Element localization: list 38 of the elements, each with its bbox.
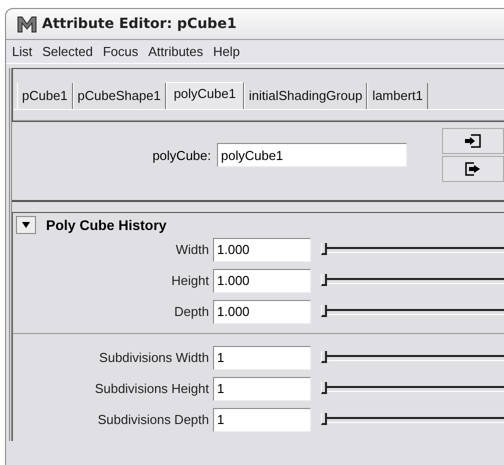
menu-item[interactable]: Help — [213, 44, 240, 59]
attribute-field[interactable]: 1 — [213, 408, 311, 432]
attribute-label: Subdivisions Height — [94, 381, 210, 396]
menu-item[interactable]: Selected — [42, 44, 93, 59]
menu-item[interactable]: List — [12, 44, 32, 59]
attribute-label: Width — [174, 242, 210, 257]
attribute-label: Subdivisions Width — [98, 350, 210, 365]
tab[interactable]: initialShadingGroup — [244, 83, 368, 109]
arrow-into-box-icon — [464, 134, 482, 148]
attribute-field[interactable]: 1.000 — [213, 268, 311, 292]
slider-thumb[interactable] — [321, 274, 327, 286]
slider-thumb[interactable] — [321, 382, 327, 394]
menu-item[interactable]: Focus — [102, 44, 138, 59]
arrow-out-of-box-icon — [464, 162, 482, 176]
attribute-field[interactable]: 1 — [213, 346, 311, 370]
node-name-field[interactable]: polyCube1 — [217, 143, 407, 167]
slider-thumb[interactable] — [321, 242, 327, 254]
attribute-field[interactable]: 1.000 — [213, 238, 311, 262]
collapse-toggle-button[interactable] — [16, 216, 36, 234]
slider-thumb[interactable] — [321, 350, 327, 362]
slider-thumb[interactable] — [321, 412, 327, 424]
window-title: Attribute Editor: pCube1 — [42, 16, 237, 32]
focus-output-button[interactable] — [442, 156, 504, 182]
tab[interactable]: polyCube1 — [166, 82, 244, 109]
menu-item[interactable]: Attributes — [148, 44, 204, 59]
app-logo-icon — [16, 14, 38, 34]
tab[interactable]: pCube1 — [17, 83, 73, 109]
attribute-field[interactable]: 1.000 — [213, 300, 311, 324]
attribute-label: Depth — [173, 304, 210, 319]
section-title: Poly Cube History — [46, 217, 167, 233]
slider-thumb[interactable] — [321, 304, 327, 316]
triangle-icon — [21, 221, 31, 229]
attribute-label: Subdivisions Depth — [96, 412, 210, 427]
attribute-field[interactable]: 1 — [213, 376, 311, 400]
attribute-label: Height — [170, 273, 210, 288]
focus-input-button[interactable] — [442, 128, 504, 154]
node-label: polyCube: — [151, 148, 212, 162]
tab[interactable]: lambert1 — [367, 83, 428, 109]
